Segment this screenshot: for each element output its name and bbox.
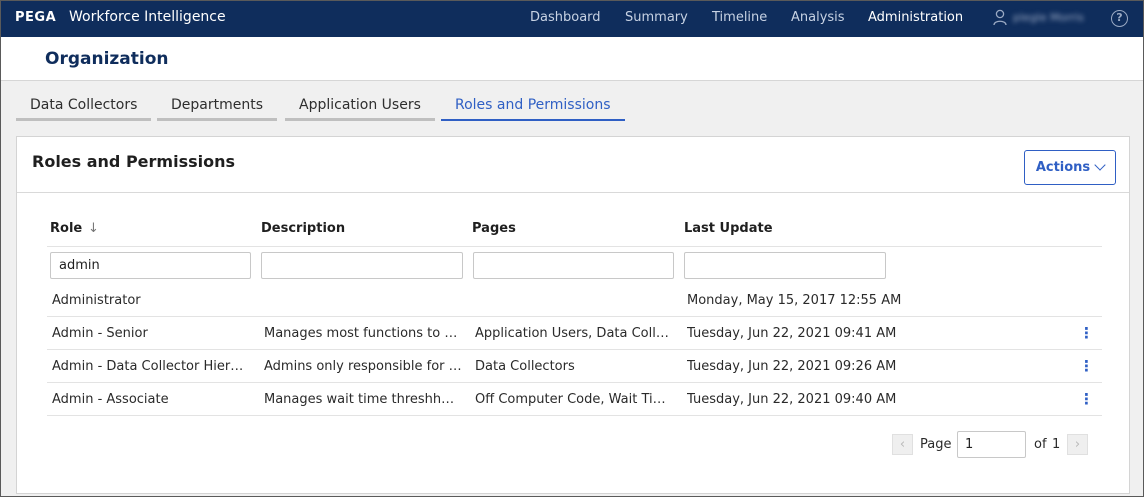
last-update-cell: Monday, May 15, 2017 12:55 AM: [687, 293, 902, 308]
column-header-role[interactable]: Role: [50, 221, 82, 236]
table-row[interactable]: Admin - Data Collector Hierarc... Admins…: [47, 350, 1102, 383]
top-nav-bar: PEGA Workforce Intelligence Dashboard Su…: [1, 1, 1143, 37]
role-cell: Admin - Senior: [52, 326, 148, 341]
pager-total-pages: 1: [1052, 437, 1061, 452]
pages-cell: Data Collectors: [475, 359, 575, 374]
table-row[interactable]: Admin - Senior Manages most functions to…: [47, 317, 1102, 350]
column-header-pages[interactable]: Pages: [472, 221, 516, 236]
pages-filter-input[interactable]: [473, 252, 674, 279]
row-menu-icon[interactable]: ⋮: [1079, 390, 1094, 408]
chevron-down-icon: [1094, 159, 1106, 171]
last-update-cell: Tuesday, Jun 22, 2021 09:40 AM: [687, 392, 897, 407]
table-row[interactable]: Admin - Associate Manages wait time thre…: [47, 383, 1102, 416]
role-cell: Administrator: [52, 293, 141, 308]
pager-next-icon[interactable]: ›: [1067, 434, 1088, 455]
role-cell: Admin - Data Collector Hierarc...: [52, 359, 250, 374]
row-menu-icon[interactable]: ⋮: [1079, 357, 1094, 375]
pager-page-label: Page: [920, 437, 952, 452]
tab-departments[interactable]: Departments: [157, 97, 278, 121]
page-header: Organization: [1, 37, 1143, 81]
nav-timeline[interactable]: Timeline: [712, 10, 767, 25]
tab-roles-and-permissions[interactable]: Roles and Permissions: [441, 97, 625, 121]
pager-prev-icon[interactable]: ‹: [892, 434, 913, 455]
user-icon[interactable]: [993, 9, 1007, 27]
product-name: Workforce Intelligence: [69, 9, 226, 25]
actions-button[interactable]: Actions: [1024, 150, 1116, 185]
pages-cell: Application Users, Data Collect...: [475, 326, 673, 341]
description-cell: Manages wait time threshhold...: [264, 392, 462, 407]
nav-administration[interactable]: Administration: [868, 10, 963, 25]
actions-label: Actions: [1035, 160, 1091, 175]
pager-of-label: of: [1034, 437, 1047, 452]
column-header-last-update[interactable]: Last Update: [684, 221, 773, 236]
content-area: Data Collectors Departments Application …: [1, 81, 1143, 496]
help-icon[interactable]: ?: [1111, 10, 1128, 27]
card-header: Roles and Permissions Actions: [17, 137, 1129, 193]
nav-summary[interactable]: Summary: [625, 10, 688, 25]
last-update-cell: Tuesday, Jun 22, 2021 09:26 AM: [687, 359, 897, 374]
nav-analysis[interactable]: Analysis: [791, 10, 845, 25]
description-cell: Manages most functions to ba...: [264, 326, 462, 341]
page-title: Organization: [45, 49, 169, 69]
row-menu-icon[interactable]: ⋮: [1079, 324, 1094, 342]
sort-arrow-down-icon[interactable]: ↓: [88, 221, 99, 236]
column-header-description[interactable]: Description: [261, 221, 345, 236]
pages-cell: Off Computer Code, Wait Time: [475, 392, 673, 407]
tab-data-collectors[interactable]: Data Collectors: [16, 97, 152, 121]
table-row[interactable]: Administrator Monday, May 15, 2017 12:55…: [47, 284, 1102, 317]
header-divider: [47, 246, 1102, 247]
role-filter-input[interactable]: [50, 252, 251, 279]
roles-card: Roles and Permissions Actions Role ↓ Des…: [16, 136, 1130, 494]
user-name[interactable]: plegle Morris: [1013, 11, 1099, 25]
description-cell: Admins only responsible for d...: [264, 359, 462, 374]
last-update-filter-input[interactable]: [684, 252, 886, 279]
nav-dashboard[interactable]: Dashboard: [530, 10, 601, 25]
role-cell: Admin - Associate: [52, 392, 169, 407]
brand-logo[interactable]: PEGA: [15, 10, 56, 25]
description-filter-input[interactable]: [261, 252, 463, 279]
page-number-input[interactable]: [957, 431, 1026, 458]
card-title: Roles and Permissions: [32, 152, 236, 171]
tab-application-users[interactable]: Application Users: [285, 97, 435, 121]
last-update-cell: Tuesday, Jun 22, 2021 09:41 AM: [687, 326, 897, 341]
